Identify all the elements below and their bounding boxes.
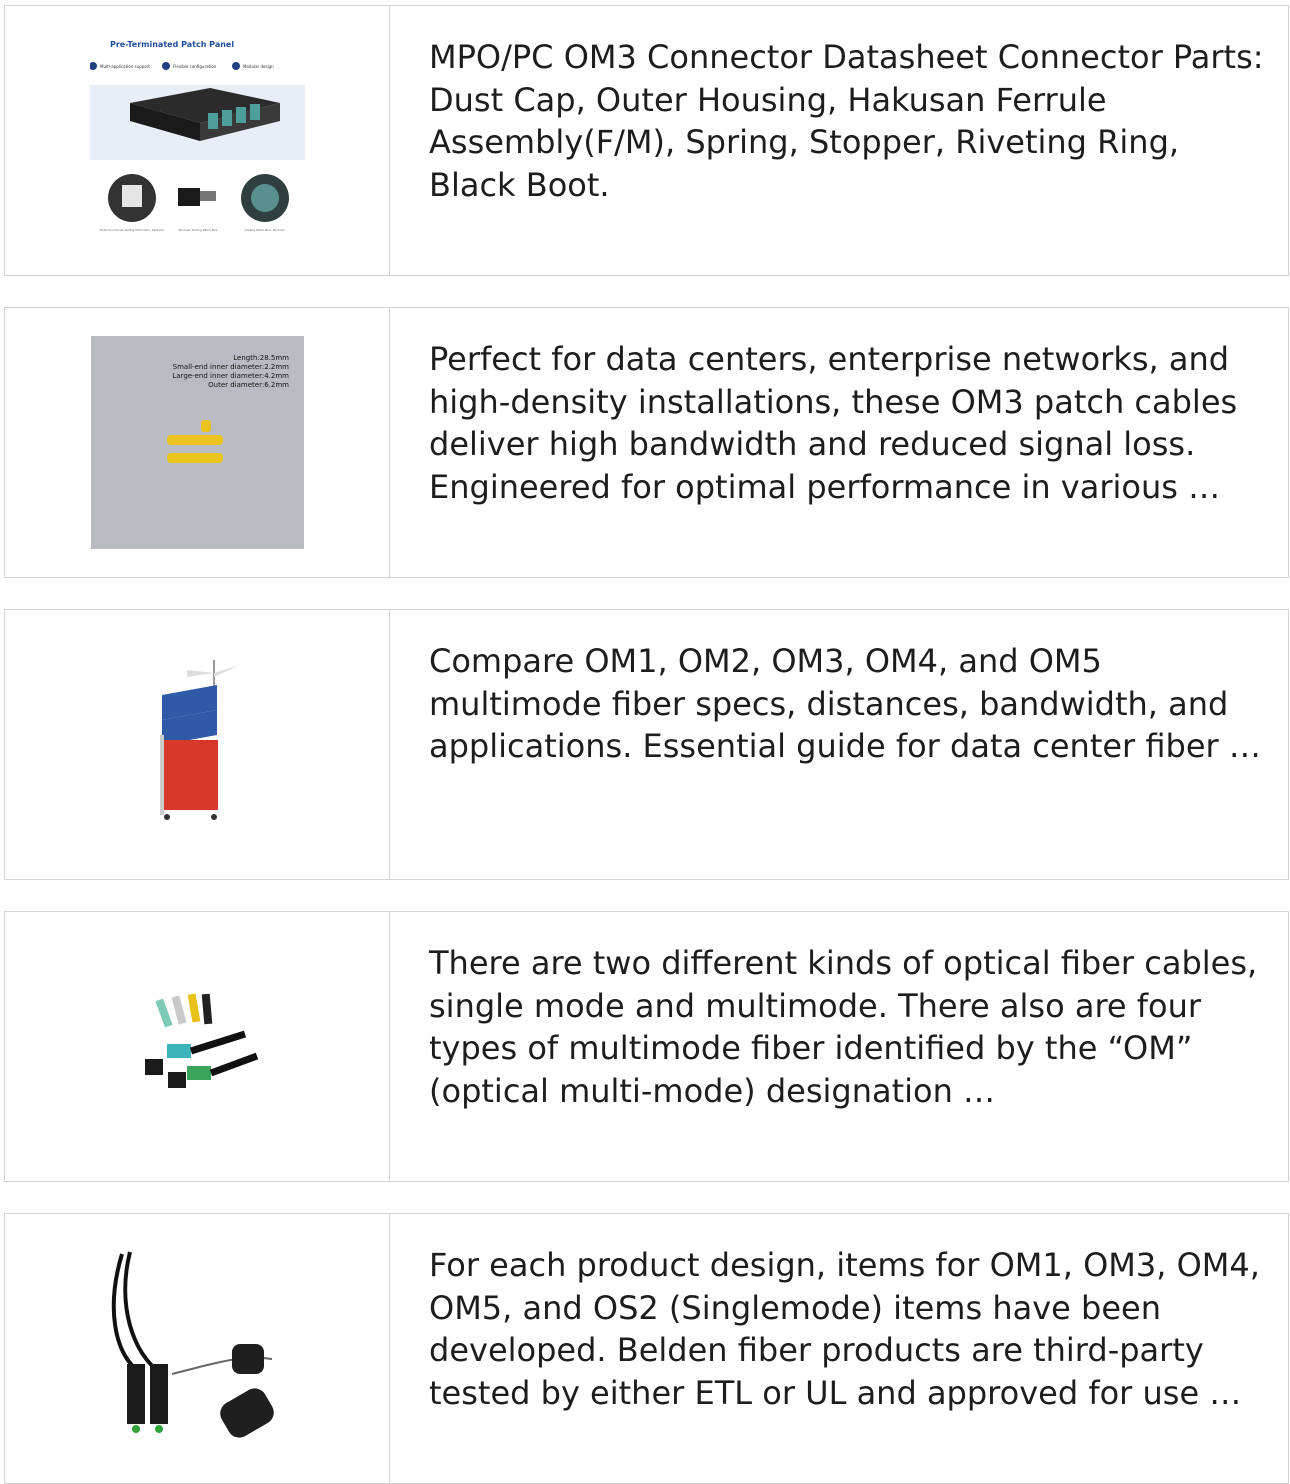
caption: Multi-functional Sliding Patch Box, Modu…: [99, 228, 164, 232]
product-description: Compare OM1, OM2, OM3, OM4, and OM5 mult…: [429, 642, 1261, 765]
outdoor-cable-image: [111, 1251, 274, 1438]
solar-cabinet-image: [160, 659, 240, 820]
spec-line: Length:28.5mm: [233, 354, 289, 362]
mpo-connectors-image: [144, 993, 258, 1088]
product-thumbnail-outdoor-cable[interactable]: [5, 1214, 390, 1483]
spec-line: Large-end inner diameter:4.2mm: [172, 372, 289, 380]
spec-line: Outer diameter:6.2mm: [208, 381, 289, 389]
product-thumbnail-solar-cabinet[interactable]: [5, 610, 390, 879]
patch-panel-image: Pre-Terminated Patch Panel Multi-applica…: [89, 33, 305, 248]
product-card[interactable]: There are two different kinds of optical…: [4, 911, 1289, 1182]
caption: Modular Sliding Patch Box: [178, 228, 217, 232]
feature-label: Modular design: [243, 64, 274, 69]
boot-photo: Length:28.5mm Small-end inner diameter:2…: [90, 336, 304, 549]
product-description: For each product design, items for OM1, …: [429, 1246, 1260, 1412]
product-description: MPO/PC OM3 Connector Datasheet Connector…: [429, 38, 1264, 204]
product-description: There are two different kinds of optical…: [429, 944, 1258, 1110]
product-description: Perfect for data centers, enterprise net…: [429, 340, 1238, 506]
product-card[interactable]: Length:28.5mm Small-end inner diameter:2…: [4, 307, 1289, 578]
feature-label: Flexible configuration: [173, 64, 217, 69]
spec-line: Small-end inner diameter:2.2mm: [172, 363, 289, 371]
caption: Sliding Patch Box, Modular: [245, 228, 286, 232]
panel-title: Pre-Terminated Patch Panel: [110, 40, 234, 49]
product-card[interactable]: Pre-Terminated Patch Panel Multi-applica…: [4, 5, 1289, 276]
product-card[interactable]: Compare OM1, OM2, OM3, OM4, and OM5 mult…: [4, 609, 1289, 880]
product-thumbnail-boot[interactable]: Length:28.5mm Small-end inner diameter:2…: [5, 308, 390, 577]
product-thumbnail-patch-panel[interactable]: Pre-Terminated Patch Panel Multi-applica…: [5, 6, 390, 275]
product-thumbnail-mpo-connectors[interactable]: [5, 912, 390, 1181]
product-card[interactable]: For each product design, items for OM1, …: [4, 1213, 1289, 1484]
feature-label: Multi-application support: [100, 64, 150, 69]
product-results-list: Pre-Terminated Patch Panel Multi-applica…: [0, 0, 1290, 1484]
